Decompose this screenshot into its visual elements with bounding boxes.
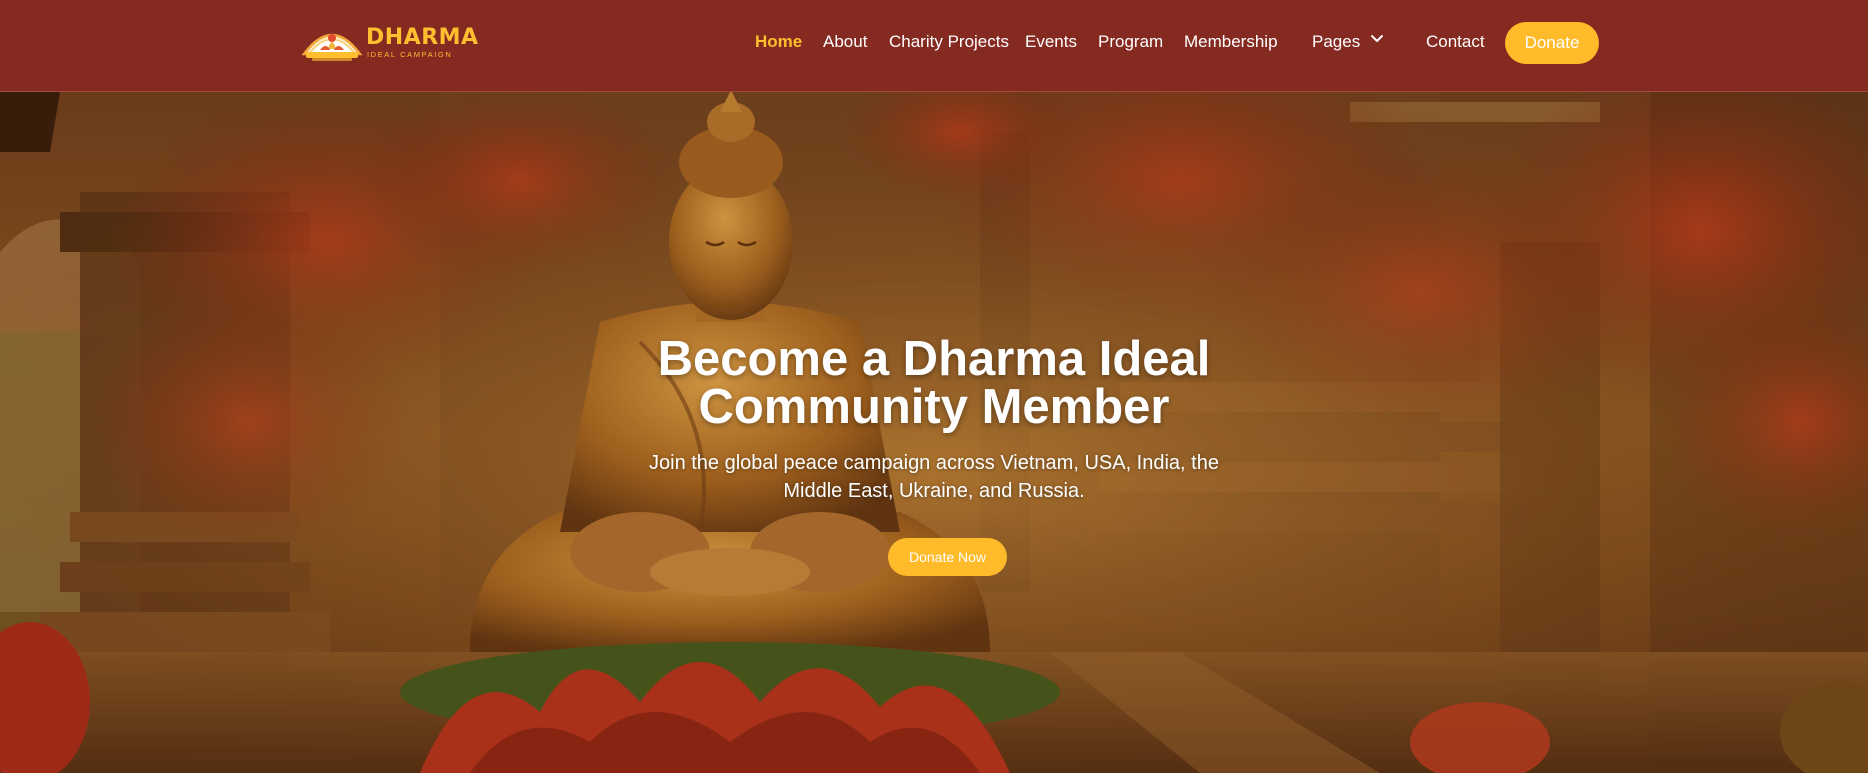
nav-item-membership[interactable]: Membership — [1184, 32, 1278, 52]
nav-item-pages[interactable]: Pages — [1312, 32, 1360, 52]
hero-subtitle-line-1: Join the global peace campaign across Vi… — [649, 452, 1219, 474]
hero-subtitle: Join the global peace campaign across Vi… — [634, 449, 1234, 505]
nav-item-contact[interactable]: Contact — [1426, 32, 1485, 52]
nav-item-events[interactable]: Events — [1025, 32, 1077, 52]
nav-item-program[interactable]: Program — [1098, 32, 1163, 52]
donate-button[interactable]: Donate — [1505, 22, 1599, 64]
hero-subtitle-line-2: Middle East, Ukraine, and Russia. — [783, 480, 1085, 502]
nav-item-charity-projects[interactable]: Charity Projects — [889, 32, 1009, 52]
nav-item-about[interactable]: About — [823, 32, 867, 52]
site-header: DHARMA IDEAL CAMPAIGN Home About Charity… — [0, 0, 1868, 92]
brand-tagline: IDEAL CAMPAIGN — [367, 50, 453, 59]
brand-name: DHARMA — [366, 25, 479, 50]
hero-title-line-2: Community Member — [698, 380, 1170, 434]
hero-section: Become a Dharma Ideal Community Member J… — [0, 92, 1868, 773]
lotus-emblem-icon — [301, 33, 363, 61]
donate-now-button[interactable]: Donate Now — [888, 538, 1007, 576]
hero-title: Become a Dharma Ideal Community Member — [534, 332, 1334, 434]
nav-item-home[interactable]: Home — [755, 32, 802, 52]
site-logo[interactable]: DHARMA IDEAL CAMPAIGN — [300, 22, 478, 64]
hero-title-line-1: Become a Dharma Ideal — [657, 332, 1211, 386]
chevron-down-icon[interactable] — [1370, 33, 1384, 45]
